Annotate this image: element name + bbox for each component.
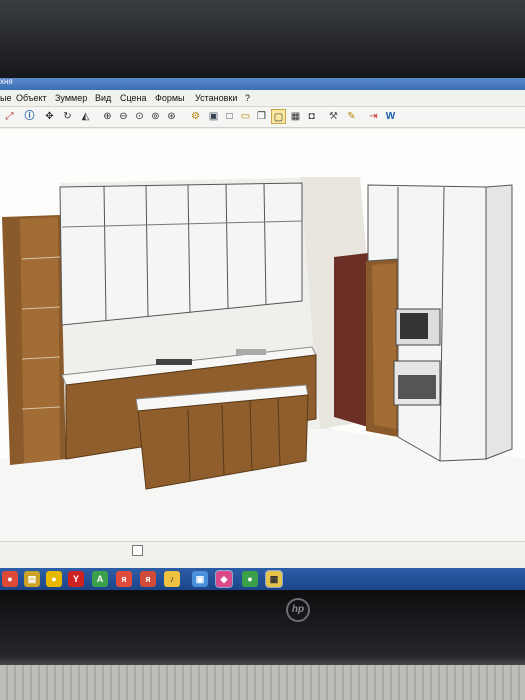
arrow-icon[interactable]: ⇥ (366, 109, 381, 124)
taskbar: ● ▤ ● Y A я я ♪ ▣ ◆ ● ▦ (0, 568, 525, 590)
chrome-icon[interactable]: ● (2, 571, 18, 587)
zoom-fit-icon[interactable]: ⊛ (164, 109, 179, 124)
hp-logo-icon: hp (286, 598, 310, 622)
3d-viewport[interactable] (0, 129, 525, 541)
files-icon[interactable]: ♪ (164, 571, 180, 587)
camera2-icon[interactable]: ◘ (304, 109, 319, 124)
sink (236, 349, 266, 355)
menu-file[interactable]: ые (0, 93, 11, 103)
menu-settings[interactable]: Установки (195, 93, 237, 103)
select-box-icon[interactable]: ▢ (271, 109, 286, 124)
status-checkbox[interactable] (132, 545, 143, 556)
info-icon[interactable]: ⓘ (22, 109, 37, 124)
explorer-icon[interactable]: ▤ (24, 571, 40, 587)
title-bar: хня (0, 78, 525, 90)
menu-zoom[interactable]: Зуммер (55, 93, 87, 103)
media-icon[interactable]: ● (46, 571, 62, 587)
menu-view[interactable]: Вид (95, 93, 111, 103)
yandex-alt-icon[interactable]: я (140, 571, 156, 587)
android-icon[interactable]: A (92, 571, 108, 587)
kitchen-app-icon[interactable]: ▦ (265, 570, 283, 588)
status-bar (0, 541, 525, 560)
frame-icon[interactable]: ▭ (238, 109, 253, 124)
paint-icon[interactable]: ✎ (344, 109, 359, 124)
menu-scene[interactable]: Сцена (120, 93, 147, 103)
screen: хня ые Объект Зуммер Вид Сцена Формы Уст… (0, 78, 525, 590)
paint-app-icon[interactable]: ◆ (215, 570, 233, 588)
zoom-all-icon[interactable]: ⊚ (148, 109, 163, 124)
kitchen-render (0, 177, 525, 541)
yandex-doc-icon[interactable]: я (116, 571, 132, 587)
rotate-icon[interactable]: ↻ (60, 109, 75, 124)
door (334, 253, 368, 427)
menu-help[interactable]: ? (245, 93, 250, 103)
tools-icon[interactable]: ⚒ (326, 109, 341, 124)
menu-bar: ые Объект Зуммер Вид Сцена Формы Установ… (0, 90, 525, 107)
left-shelf-glass (20, 217, 60, 463)
render-icon[interactable]: ⚙ (188, 109, 203, 124)
toolbar: ⤢ ⓘ ✥ ↻ ◭ ⊕ ⊖ ⊙ ⊚ ⊛ ⚙ ▣ □ ▭ ❐ ▢ ▦ ◘ ⚒ ✎ … (0, 107, 525, 128)
chrome-alt-icon[interactable]: ● (242, 571, 258, 587)
monitor-vent (0, 665, 525, 700)
zoom-out-icon[interactable]: ⊖ (116, 109, 131, 124)
box-icon[interactable]: □ (222, 109, 237, 124)
menu-object[interactable]: Объект (16, 93, 47, 103)
zoom-in-icon[interactable]: ⊕ (100, 109, 115, 124)
yandex-icon[interactable]: Y (68, 571, 84, 587)
copy-icon[interactable]: ❐ (254, 109, 269, 124)
move-icon[interactable]: ✥ (42, 109, 57, 124)
save-icon[interactable]: ⤢ (2, 109, 17, 124)
triangle-icon[interactable]: ◭ (78, 109, 93, 124)
monitor-bezel-top (0, 0, 525, 78)
monitor-icon[interactable]: ▣ (192, 571, 208, 587)
window-title: хня (0, 78, 13, 86)
menu-forms[interactable]: Формы (155, 93, 185, 103)
zoom-window-icon[interactable]: ⊙ (132, 109, 147, 124)
floppy-icon[interactable]: ▣ (206, 109, 221, 124)
cooktop (156, 359, 192, 365)
camera-icon[interactable]: ▦ (288, 109, 303, 124)
w-icon[interactable]: W (383, 109, 398, 124)
